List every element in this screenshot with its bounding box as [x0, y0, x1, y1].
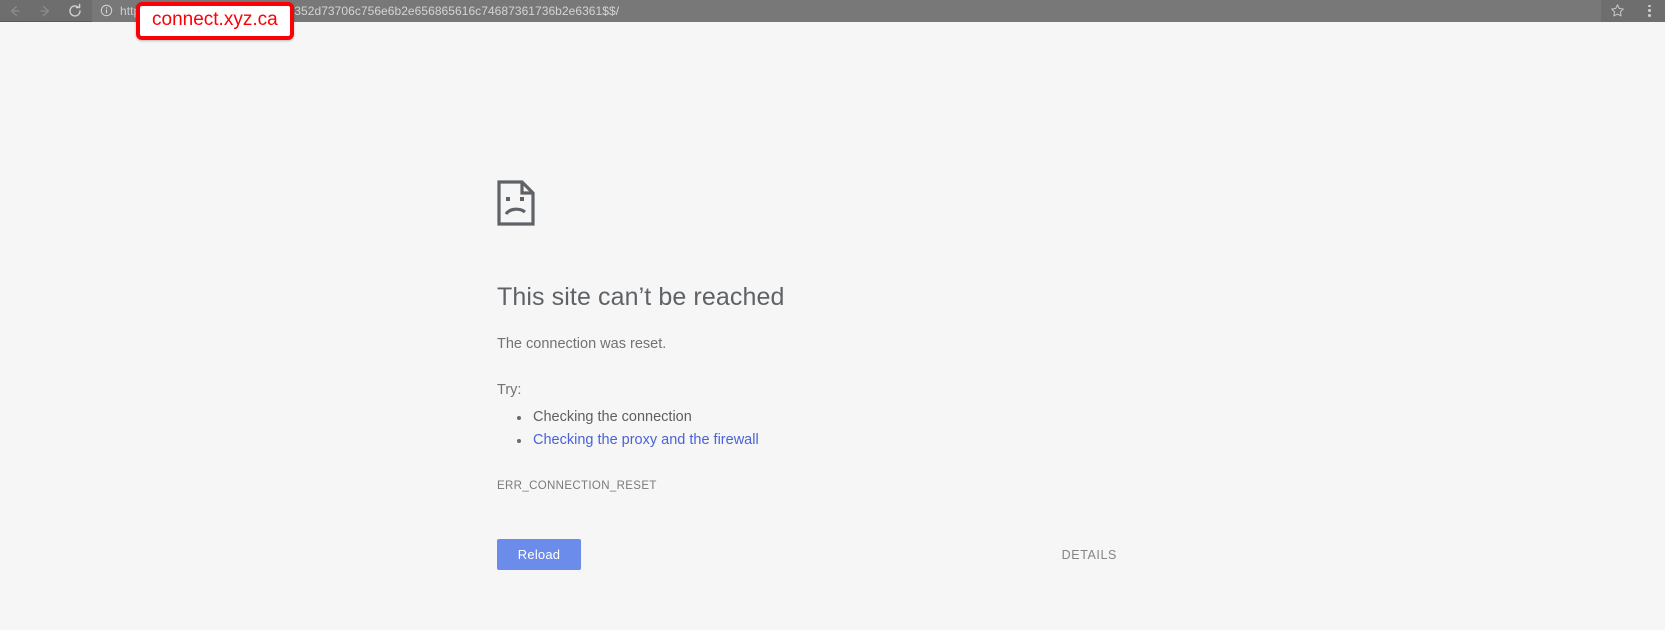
info-circle-icon — [100, 4, 113, 17]
star-icon — [1610, 4, 1624, 17]
toolbar-right-actions — [1601, 0, 1665, 22]
error-actions: Reload DETAILS — [497, 539, 1117, 570]
sad-page-icon — [497, 180, 1117, 226]
reload-icon — [69, 3, 81, 17]
arrow-left-icon — [10, 5, 20, 16]
back-button[interactable] — [0, 0, 30, 22]
details-button[interactable]: DETAILS — [1062, 548, 1117, 562]
annotation-callout: connect.xyz.ca — [136, 2, 294, 40]
error-subtext: The connection was reset. — [497, 336, 667, 352]
three-dots-icon — [1647, 4, 1651, 18]
suggestion-text: Checking the connection — [533, 409, 692, 425]
annotation-callout-text: connect.xyz.ca — [152, 9, 278, 30]
arrow-right-icon — [40, 5, 50, 16]
forward-button[interactable] — [30, 0, 60, 22]
proxy-firewall-link[interactable]: Checking the proxy and the firewall — [533, 432, 759, 448]
browser-menu-button[interactable] — [1633, 0, 1665, 22]
reload-page-button[interactable]: Reload — [497, 539, 581, 570]
try-label: Try: — [497, 382, 522, 398]
list-item: Checking the connection — [517, 406, 1117, 429]
error-code: ERR_CONNECTION_RESET — [497, 480, 657, 492]
reload-button[interactable] — [60, 0, 90, 22]
page-title: This site can’t be reached — [497, 283, 785, 311]
suggestion-list: Checking the connection Checking the pro… — [497, 406, 1117, 452]
bookmark-button[interactable] — [1601, 0, 1633, 22]
site-info-icon[interactable] — [100, 4, 113, 17]
sad-document-icon — [497, 180, 535, 226]
address-bar[interactable]: https:/f5-w-68747470733a2f2f66352d73706c… — [92, 0, 1601, 22]
list-item: Checking the proxy and the firewall — [517, 429, 1117, 452]
error-page: This site can’t be reached The connectio… — [0, 22, 1665, 629]
error-content: This site can’t be reached The connectio… — [497, 180, 1117, 570]
browser-toolbar: https:/f5-w-68747470733a2f2f66352d73706c… — [0, 0, 1665, 40]
